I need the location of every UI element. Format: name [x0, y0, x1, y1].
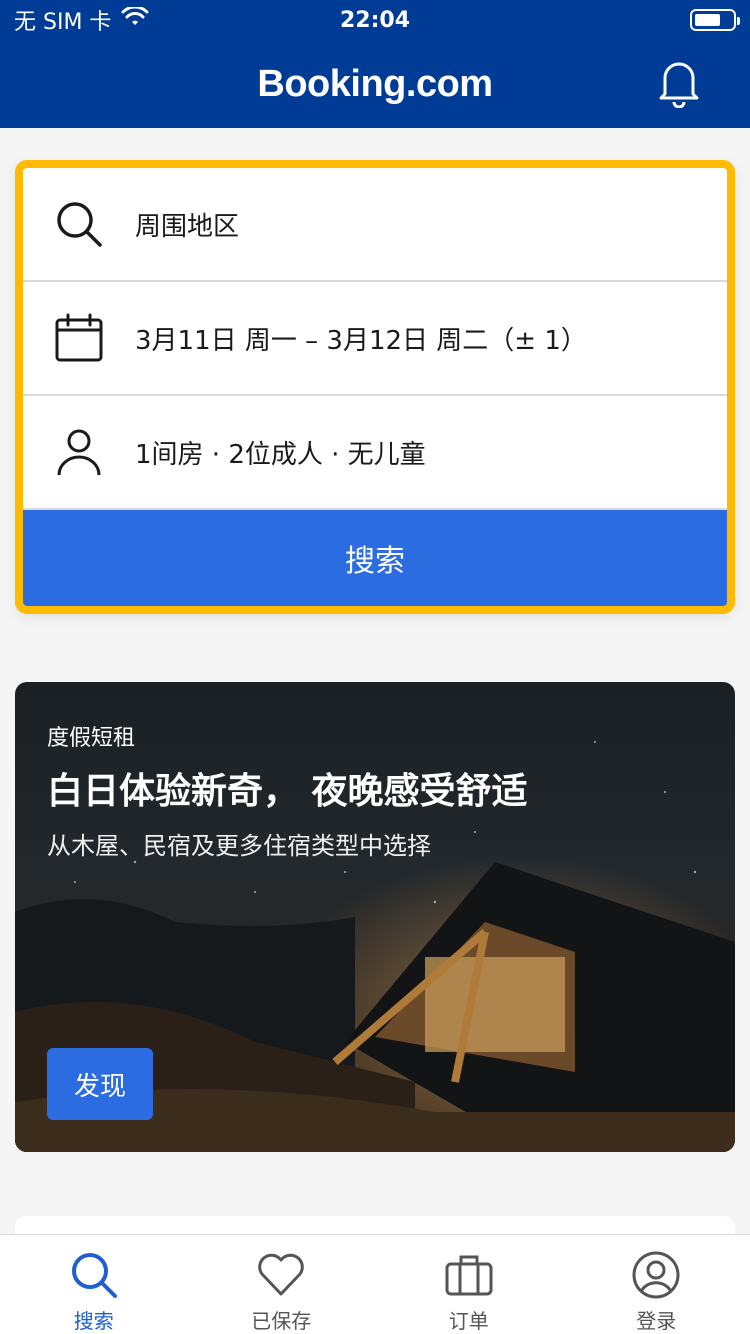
status-bar: 无 SIM 卡 22:04 — [0, 0, 750, 40]
promo-card[interactable]: 度假短租 白日体验新奇， 夜晚感受舒适 从木屋、民宿及更多住宿类型中选择 发现 — [15, 682, 735, 1152]
app-header: Booking.com — [0, 40, 750, 128]
tab-label: 订单 — [448, 1309, 489, 1333]
user-circle-icon — [630, 1249, 682, 1301]
tab-label: 已保存 — [251, 1309, 312, 1333]
tab-bar: 搜索 已保存 订单 登录 — [0, 1234, 750, 1334]
battery-icon — [690, 9, 740, 31]
notifications-button[interactable] — [656, 58, 702, 108]
heart-icon — [255, 1249, 307, 1301]
date-field[interactable]: 3月11日 周一 – 3月12日 周二（± 1） — [23, 282, 727, 396]
tab-saved[interactable]: 已保存 — [188, 1235, 376, 1334]
promo-tag: 度假短租 — [47, 726, 136, 751]
tab-label: 搜索 — [73, 1309, 114, 1333]
tab-label: 登录 — [636, 1309, 677, 1333]
briefcase-icon — [443, 1249, 495, 1301]
bell-icon — [659, 62, 699, 108]
brand-logo: Booking.com — [257, 62, 493, 105]
calendar-icon — [53, 312, 105, 364]
destination-text: 周围地区 — [135, 211, 240, 242]
date-text: 3月11日 周一 – 3月12日 周二（± 1） — [135, 325, 587, 356]
tab-bookings[interactable]: 订单 — [375, 1235, 563, 1334]
search-button[interactable]: 搜索 — [23, 510, 727, 606]
search-icon — [68, 1249, 120, 1301]
tab-search[interactable]: 搜索 — [0, 1235, 188, 1334]
guests-field[interactable]: 1间房 · 2位成人 · 无儿童 — [23, 396, 727, 510]
promo-title: 白日体验新奇， 夜晚感受舒适 — [47, 771, 528, 812]
guests-text: 1间房 · 2位成人 · 无儿童 — [135, 439, 426, 470]
discover-button[interactable]: 发现 — [47, 1048, 153, 1120]
status-time: 22:04 — [339, 7, 411, 33]
search-icon — [53, 198, 105, 250]
tab-login[interactable]: 登录 — [563, 1235, 750, 1334]
promo-subtitle: 从木屋、民宿及更多住宿类型中选择 — [47, 832, 431, 860]
person-icon — [53, 426, 105, 478]
destination-field[interactable]: 周围地区 — [23, 168, 727, 282]
search-card: 周围地区 3月11日 周一 – 3月12日 周二（± 1） 1间房 · 2位成人… — [15, 160, 735, 614]
